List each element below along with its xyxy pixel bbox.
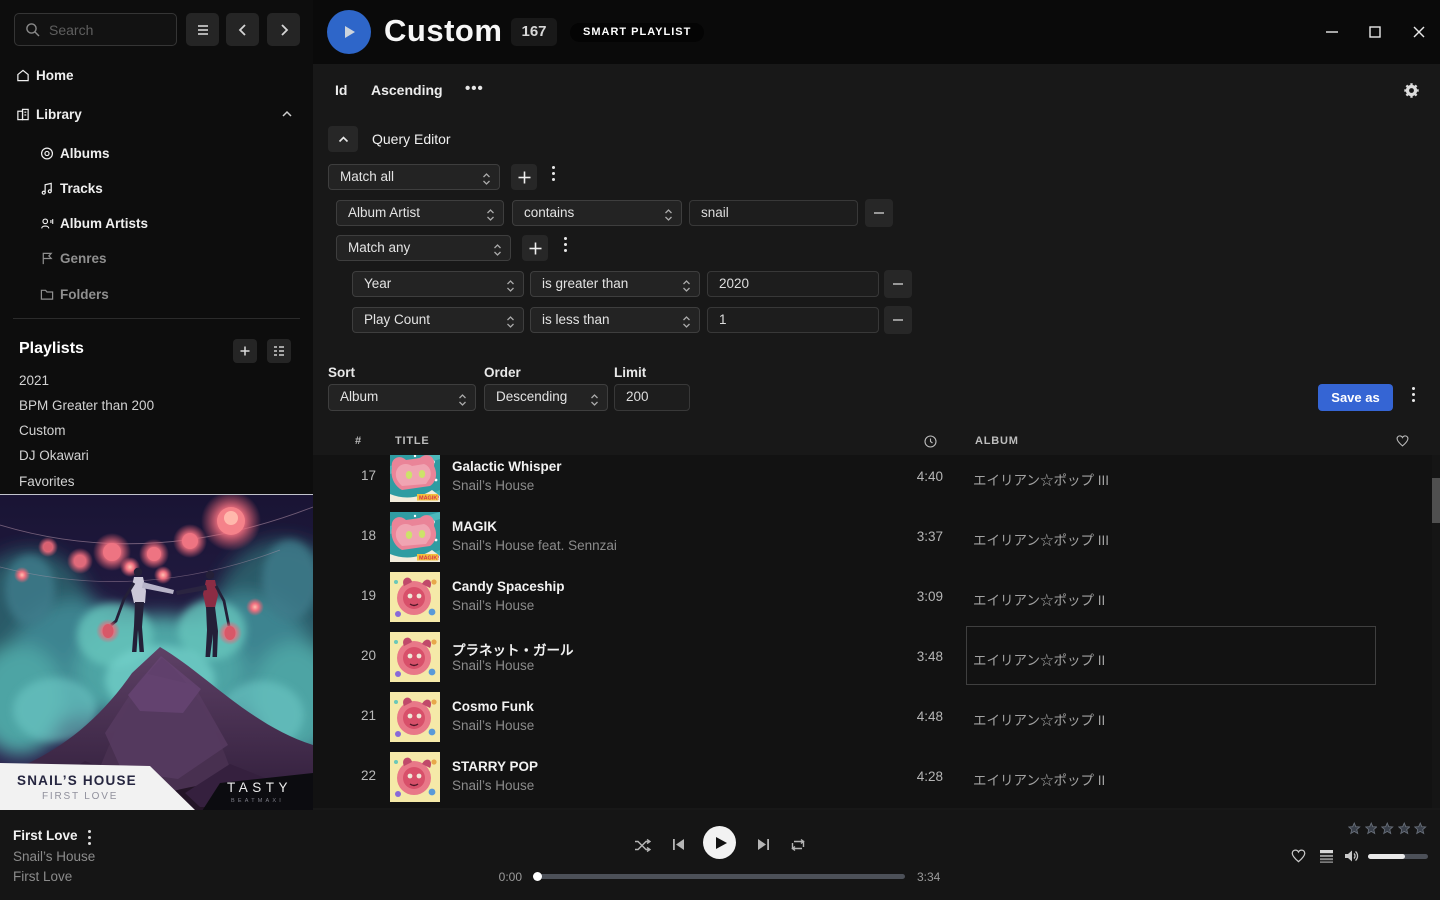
svg-text:FIRST LOVE: FIRST LOVE xyxy=(42,791,118,802)
svg-text:SNAIL’S HOUSE: SNAIL’S HOUSE xyxy=(17,773,137,788)
svg-text:MAGIK!: MAGIK! xyxy=(419,496,439,502)
svg-text:MAGIK!: MAGIK! xyxy=(419,556,439,562)
svg-text:BEATMAXI: BEATMAXI xyxy=(231,798,284,804)
svg-text:TASTY: TASTY xyxy=(227,780,292,795)
